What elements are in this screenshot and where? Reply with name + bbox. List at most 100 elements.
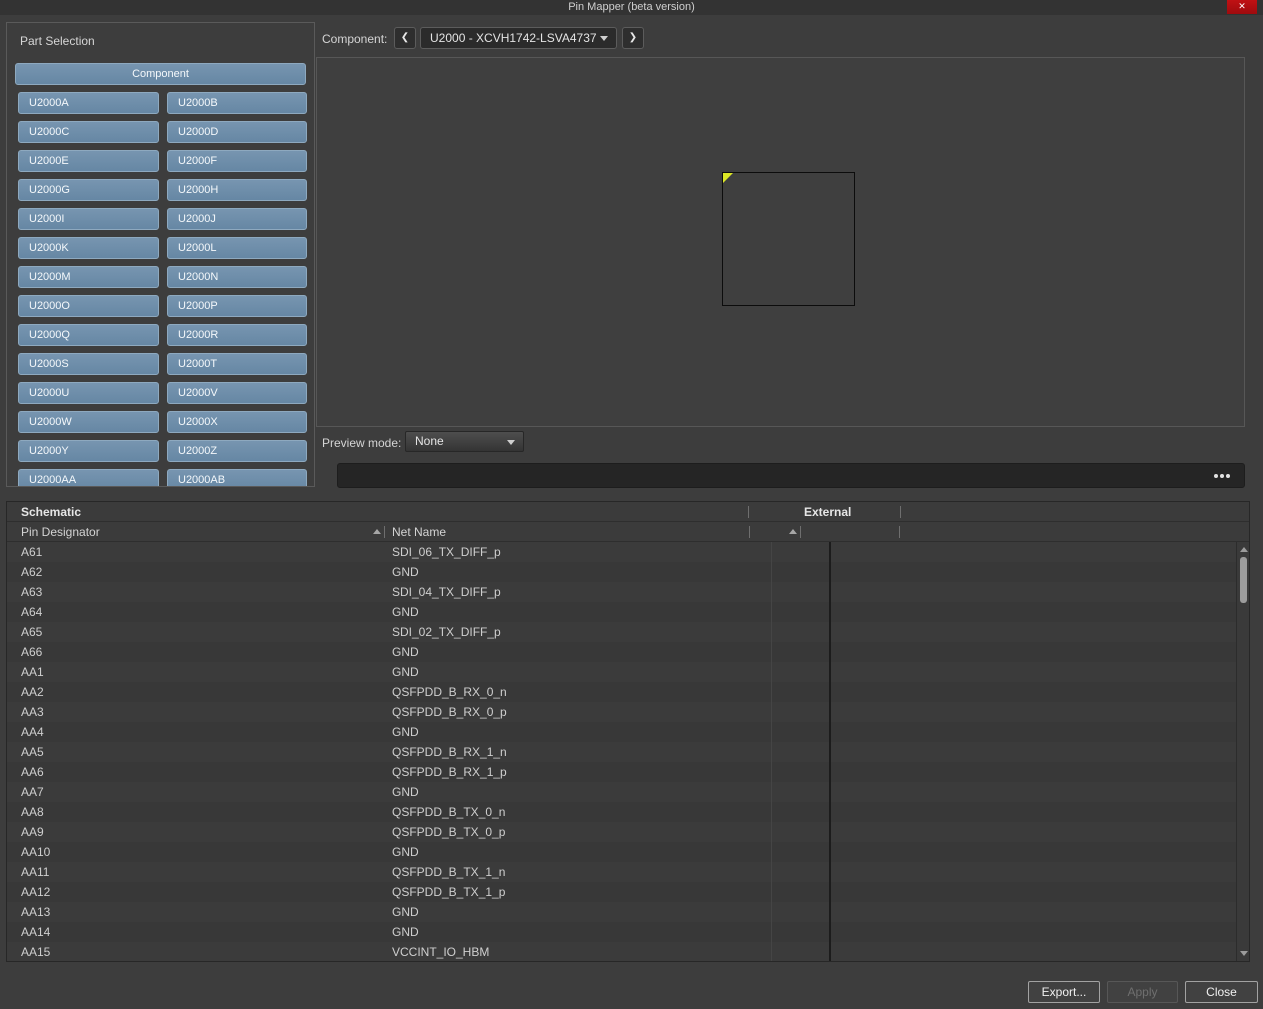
part-button[interactable]: U2000J [167,208,307,230]
pin-designator-cell: AA11 [21,865,49,879]
table-row[interactable]: AA7 GND [7,782,1249,802]
part-button[interactable]: U2000K [18,237,159,259]
part-button[interactable]: U2000C [18,121,159,143]
chevron-left-icon: ❮ [401,32,409,43]
table-row[interactable]: AA10 GND [7,842,1249,862]
table-row[interactable]: AA3 QSFPDD_B_RX_0_p [7,702,1249,722]
part-button[interactable]: U2000L [167,237,307,259]
column-separator[interactable] [900,506,901,518]
external-group-header: External [804,505,851,519]
table-row[interactable]: A63 SDI_04_TX_DIFF_p [7,582,1249,602]
close-icon: ✕ [1238,1,1246,11]
chevron-down-icon [507,440,515,445]
net-name-cell: GND [392,665,419,679]
table-row[interactable]: AA2 QSFPDD_B_RX_0_n [7,682,1249,702]
part-button[interactable]: U2000M [18,266,159,288]
next-component-button[interactable]: ❯ [622,27,644,49]
part-button[interactable]: U2000W [18,411,159,433]
part-button[interactable]: U2000AA [18,469,159,487]
part-button[interactable]: U2000G [18,179,159,201]
table-row[interactable]: AA6 QSFPDD_B_RX_1_p [7,762,1249,782]
sort-ascending-icon [789,529,797,534]
table-row[interactable]: A64 GND [7,602,1249,622]
close-button[interactable]: Close [1185,981,1258,1003]
table-row[interactable]: A66 GND [7,642,1249,662]
part-button[interactable]: U2000F [167,150,307,172]
pin-designator-cell: AA1 [21,665,44,679]
net-name-cell: GND [392,605,419,619]
part-button[interactable]: U2000AB [167,469,307,487]
table-body: A61 SDI_06_TX_DIFF_p A62 GND A63 SDI_04_… [7,542,1249,961]
close-window-button[interactable]: ✕ [1227,0,1257,14]
part-button[interactable]: U2000Q [18,324,159,346]
table-row[interactable]: AA1 GND [7,662,1249,682]
net-name-cell: GND [392,905,419,919]
previous-component-button[interactable]: ❮ [394,27,416,49]
column-separator[interactable] [749,526,750,538]
part-button[interactable]: U2000P [167,295,307,317]
part-button[interactable]: U2000S [18,353,159,375]
part-button[interactable]: U2000H [167,179,307,201]
table-row[interactable]: AA13 GND [7,902,1249,922]
part-button[interactable]: U2000I [18,208,159,230]
net-name-cell: QSFPDD_B_TX_0_p [392,825,505,839]
column-separator[interactable] [748,506,749,518]
preview-mode-dropdown[interactable]: None [405,431,524,452]
part-button[interactable]: U2000A [18,92,159,114]
column-separator[interactable] [384,526,385,538]
component-dropdown[interactable]: U2000 - XCVH1742-LSVA4737 [420,27,617,49]
sort-ascending-icon [373,529,381,534]
column-separator[interactable] [899,526,900,538]
table-row[interactable]: A65 SDI_02_TX_DIFF_p [7,622,1249,642]
table-row[interactable]: AA14 GND [7,922,1249,942]
component-outline[interactable] [722,172,855,306]
part-button[interactable]: U2000O [18,295,159,317]
component-button[interactable]: Component [15,63,306,85]
table-row[interactable]: AA15 VCCINT_IO_HBM [7,942,1249,961]
table-row[interactable]: AA12 QSFPDD_B_TX_1_p [7,882,1249,902]
table-row[interactable]: AA4 GND [7,722,1249,742]
part-button[interactable]: U2000X [167,411,307,433]
part-button[interactable]: U2000N [167,266,307,288]
table-row[interactable]: A62 GND [7,562,1249,582]
net-name-column-header[interactable]: Net Name [392,525,446,539]
pin-designator-cell: AA13 [21,905,50,919]
window-title: Pin Mapper (beta version) [0,0,1263,14]
net-name-cell: GND [392,925,419,939]
part-button[interactable]: U2000R [167,324,307,346]
table-scrollbar[interactable] [1236,542,1249,961]
pin-designator-cell: AA12 [21,885,50,899]
column-divider [771,542,772,961]
path-bar[interactable] [337,463,1245,488]
part-selection-panel: Part Selection Component U2000A U2000B U… [6,22,315,487]
pin-designator-cell: AA15 [21,945,50,959]
pin-designator-column-header[interactable]: Pin Designator [21,525,100,539]
part-button[interactable]: U2000E [18,150,159,172]
table-group-header-row: Schematic External [7,502,1249,522]
net-name-cell: SDI_02_TX_DIFF_p [392,625,501,639]
pin-mapper-dialog: { "window": { "title": "Pin Mapper (beta… [0,0,1263,1009]
table-row[interactable]: AA5 QSFPDD_B_RX_1_n [7,742,1249,762]
column-separator[interactable] [800,526,801,538]
scroll-down-icon[interactable] [1240,951,1248,956]
net-name-cell: VCCINT_IO_HBM [392,945,489,959]
part-button[interactable]: U2000Z [167,440,307,462]
net-name-cell: QSFPDD_B_RX_0_p [392,705,507,719]
export-button[interactable]: Export... [1028,981,1100,1003]
part-button[interactable]: U2000D [167,121,307,143]
schematic-group-header: Schematic [21,505,81,519]
part-button[interactable]: U2000T [167,353,307,375]
part-button[interactable]: U2000Y [18,440,159,462]
part-button[interactable]: U2000V [167,382,307,404]
part-button[interactable]: U2000U [18,382,159,404]
part-button[interactable]: U2000B [167,92,307,114]
table-rows: A61 SDI_06_TX_DIFF_p A62 GND A63 SDI_04_… [7,542,1249,961]
table-row[interactable]: A61 SDI_06_TX_DIFF_p [7,542,1249,562]
pin-designator-cell: A66 [21,645,42,659]
table-row[interactable]: AA11 QSFPDD_B_TX_1_n [7,862,1249,882]
more-options-button[interactable] [1208,464,1236,487]
table-row[interactable]: AA9 QSFPDD_B_TX_0_p [7,822,1249,842]
table-row[interactable]: AA8 QSFPDD_B_TX_0_n [7,802,1249,822]
scrollbar-thumb[interactable] [1240,557,1247,603]
scroll-up-icon[interactable] [1240,547,1248,552]
